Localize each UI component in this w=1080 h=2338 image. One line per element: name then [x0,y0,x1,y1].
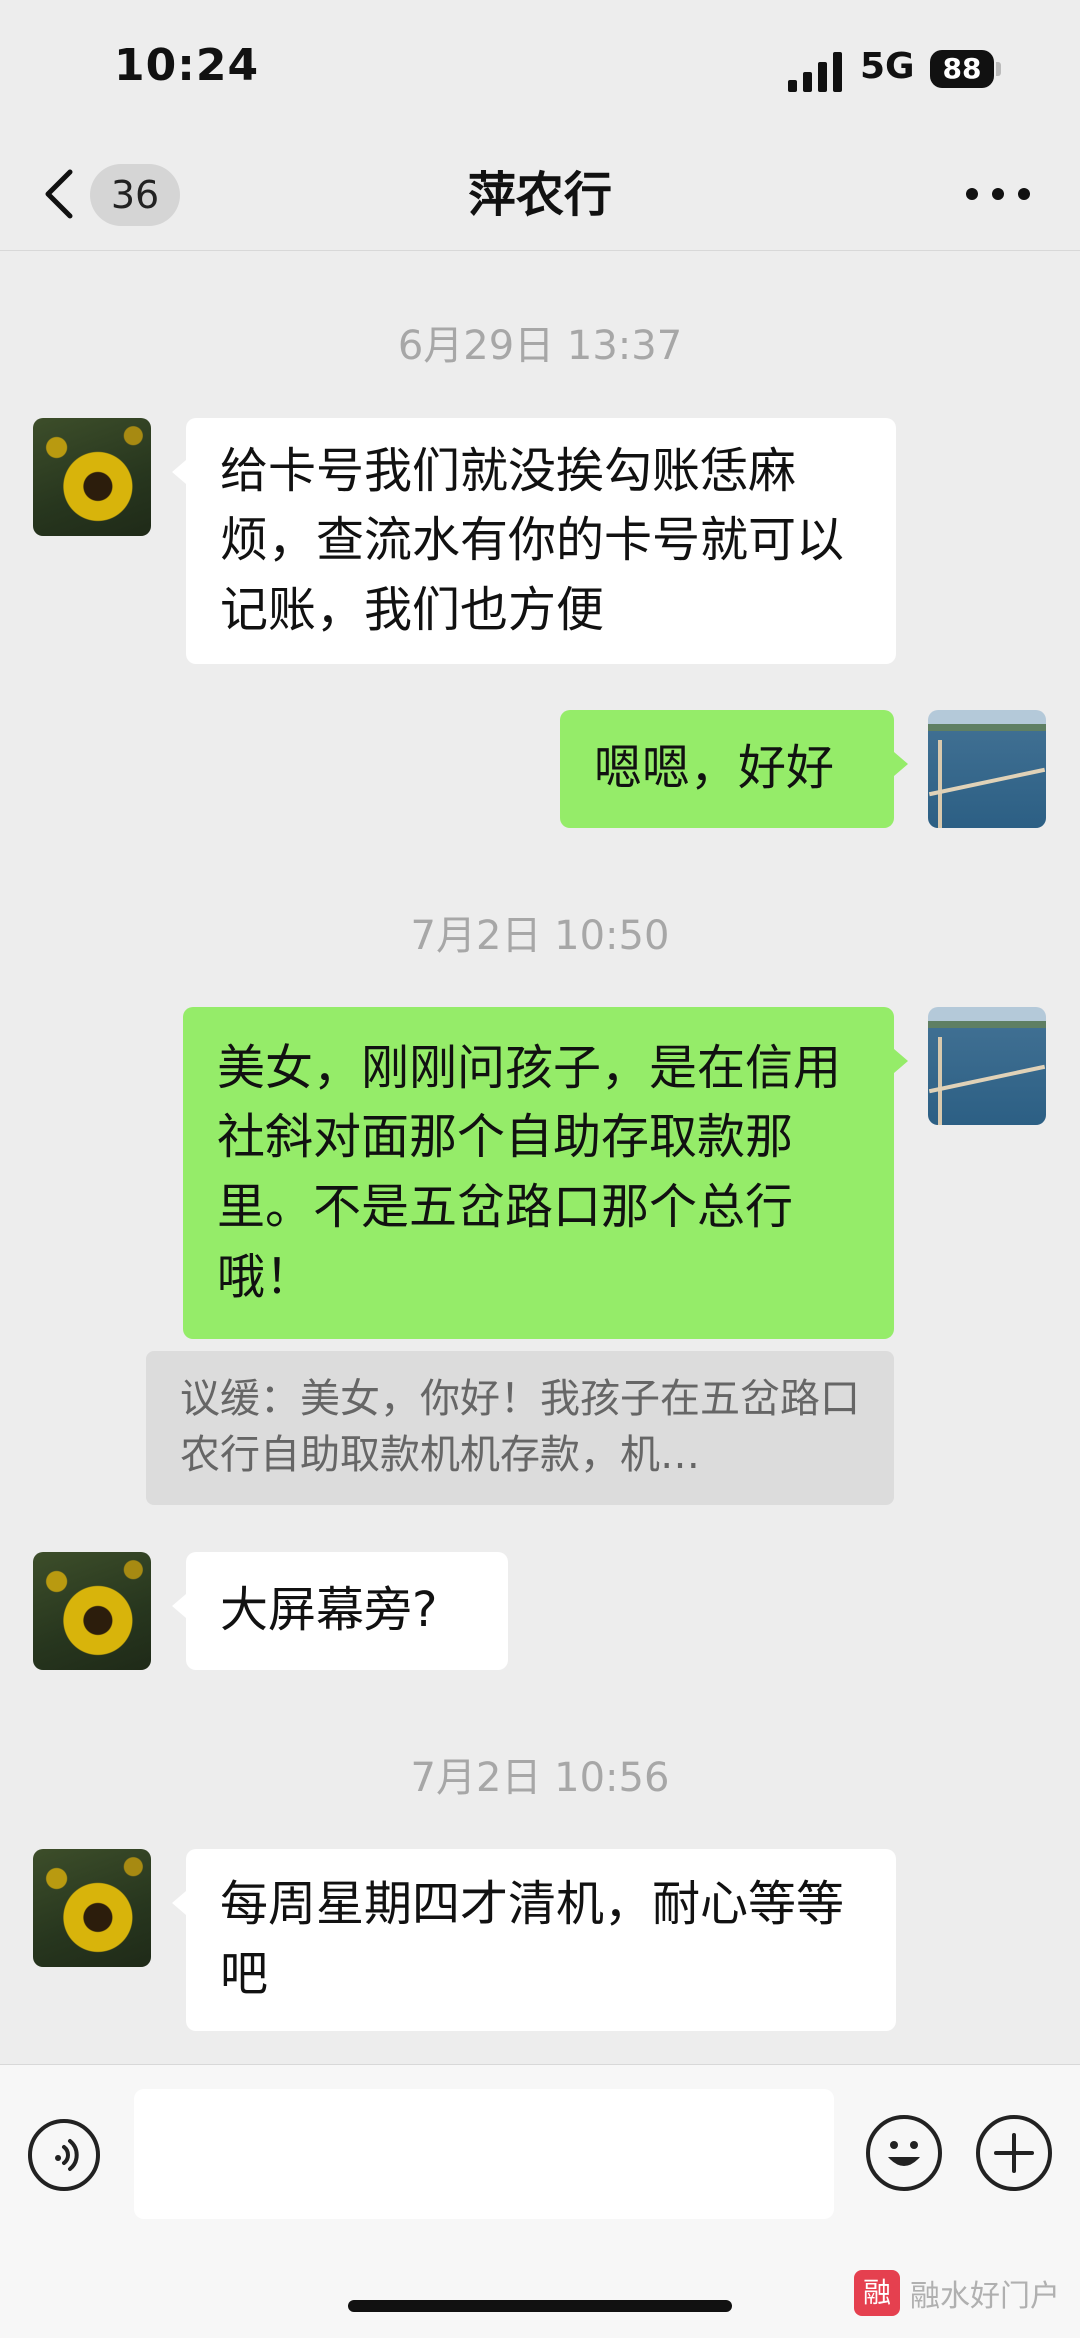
incoming-message[interactable]: 给卡号我们就没挨勾账恁麻烦，查流水有你的卡号就可以记账，我们也方便 [172,418,896,664]
watermark-logo: 融 [854,2270,900,2316]
message-text: 美女，刚刚问孩子，是在信用社斜对面那个自助存取款那里。不是五岔路口那个总行哦！ [217,1039,842,1305]
emoji-icon[interactable] [866,2115,942,2191]
contact-avatar[interactable] [33,1552,151,1670]
incoming-message[interactable]: 大屏幕旁? [172,1552,508,1670]
watermark: 融 融水好门户 [854,2268,1060,2318]
timestamp: 7月2日 10:50 [410,913,670,959]
status-bar: 10:24 5G 88 [0,0,1080,140]
voice-icon[interactable] [28,2119,100,2191]
message-list[interactable]: 6月29日 13:37 给卡号我们就没挨勾账恁麻烦，查流水有你的卡号就可以记账，… [0,251,1080,2064]
message-text: 大屏幕旁? [220,1582,438,1639]
signal-icon [788,52,842,92]
battery-icon: 88 [930,50,1002,90]
chat-header: 36 萍农行 [0,140,1080,251]
message-text: 每周星期四才清机，耐心等等吧 [220,1876,845,2002]
home-indicator[interactable] [348,2300,732,2312]
quoted-message[interactable]: 议缓：美女，你好！我孩子在五岔路口农行自助取款机机存款，机… [146,1351,894,1505]
message-text: 给卡号我们就没挨勾账恁麻烦，查流水有你的卡号就可以记账，我们也方便 [220,442,845,638]
more-icon[interactable] [966,188,1030,202]
my-avatar[interactable] [928,1007,1046,1125]
watermark-text: 融水好门户 [910,2279,1060,2314]
outgoing-message[interactable]: 嗯嗯，好好 [560,710,908,828]
message-input[interactable] [134,2089,834,2219]
incoming-message[interactable]: 每周星期四才清机，耐心等等吧 [172,1849,896,2031]
plus-icon[interactable] [976,2115,1052,2191]
chat-title: 萍农行 [467,167,612,223]
status-time: 10:24 [114,40,260,91]
contact-avatar[interactable] [33,1849,151,1967]
quote-text: 议缓：美女，你好！我孩子在五岔路口农行自助取款机机存款，机… [180,1376,860,1478]
contact-avatar[interactable] [33,418,151,536]
outgoing-message[interactable]: 美女，刚刚问孩子，是在信用社斜对面那个自助存取款那里。不是五岔路口那个总行哦！ [183,1007,908,1339]
message-text: 嗯嗯，好好 [594,740,835,797]
timestamp: 6月29日 13:37 [397,323,683,369]
timestamp: 7月2日 10:56 [410,1755,670,1801]
battery-level: 88 [930,50,994,88]
my-avatar[interactable] [928,710,1046,828]
network-type: 5G [860,46,915,87]
